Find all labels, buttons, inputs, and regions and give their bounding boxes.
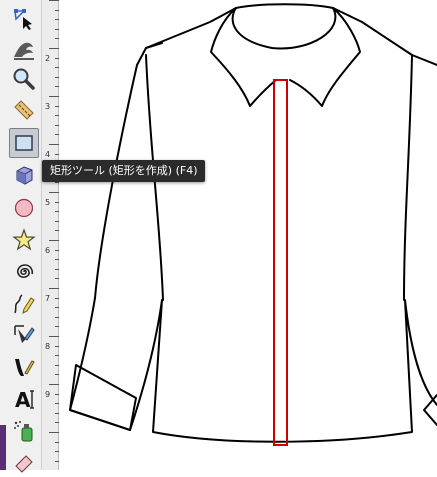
ruler-label: 9 xyxy=(45,390,50,399)
collar-band xyxy=(235,3,334,9)
text-tool[interactable]: A xyxy=(9,384,39,414)
shirt-right-edge xyxy=(411,54,437,66)
text-tool-glyph: A xyxy=(15,388,31,411)
calligraphy-icon xyxy=(15,359,35,376)
node-edit-icon xyxy=(14,9,32,30)
zoom-tool[interactable] xyxy=(9,64,39,94)
eraser-icon xyxy=(15,455,33,473)
measure-icon xyxy=(14,100,34,120)
pencil-icon xyxy=(14,294,35,314)
3d-box-tool[interactable] xyxy=(9,160,39,190)
ruler-label: 8 xyxy=(45,342,50,351)
calligraphy-tool[interactable] xyxy=(9,352,39,382)
shirt-placket xyxy=(273,79,288,446)
right-cuff xyxy=(423,394,437,426)
ruler-label: 3 xyxy=(45,102,50,111)
rectangle-tool-tooltip: 矩形ツール (矩形を作成) (F4) xyxy=(42,160,206,182)
rectangle-icon xyxy=(15,135,33,151)
ruler-ticks: 2 3 4 5 6 7 8 9 xyxy=(45,0,59,462)
ruler-label: 7 xyxy=(45,294,50,303)
drawing-canvas[interactable] xyxy=(59,0,437,470)
pen-tool[interactable] xyxy=(9,320,39,350)
3d-box-icon xyxy=(16,166,33,185)
eraser-tool[interactable] xyxy=(9,447,39,477)
toolbox: A xyxy=(0,0,41,473)
tweak-icon xyxy=(14,42,34,60)
ellipse-icon xyxy=(14,198,34,218)
inkscape-window: A 2 3 4 5 6 7 8 9 矩形ツール (矩形を作成) (F4) xyxy=(0,0,437,473)
left-shoulder xyxy=(145,7,237,49)
collar-left xyxy=(210,7,277,107)
ruler-label: 5 xyxy=(45,198,50,207)
spray-icon xyxy=(14,421,33,442)
right-shoulder xyxy=(332,7,413,56)
ruler-label: 6 xyxy=(45,246,50,255)
pen-icon xyxy=(14,325,35,343)
window-edge-accent xyxy=(0,425,6,470)
star-icon xyxy=(12,228,36,251)
pencil-tool[interactable] xyxy=(9,289,39,319)
zoom-icon xyxy=(13,68,35,90)
ellipse-tool[interactable] xyxy=(9,193,39,223)
right-armhole xyxy=(403,54,413,301)
collar-right xyxy=(289,7,361,107)
node-edit-tool[interactable] xyxy=(9,4,39,34)
tooltip-text: 矩形ツール (矩形を作成) (F4) xyxy=(50,164,198,177)
spiral-icon xyxy=(17,264,34,278)
ruler-label: 2 xyxy=(45,54,50,63)
rectangle-tool[interactable] xyxy=(9,128,39,158)
spiral-tool[interactable] xyxy=(9,257,39,287)
spray-tool[interactable] xyxy=(9,416,39,446)
text-icon: A xyxy=(15,388,34,411)
collar-inner xyxy=(231,7,337,50)
measure-tool[interactable] xyxy=(9,95,39,125)
vertical-ruler[interactable]: 2 3 4 5 6 7 8 9 xyxy=(41,0,59,470)
star-tool[interactable] xyxy=(9,225,39,255)
ruler-label: 4 xyxy=(45,150,50,159)
tweak-tool[interactable] xyxy=(9,34,39,64)
shirt-drawing xyxy=(69,3,437,446)
